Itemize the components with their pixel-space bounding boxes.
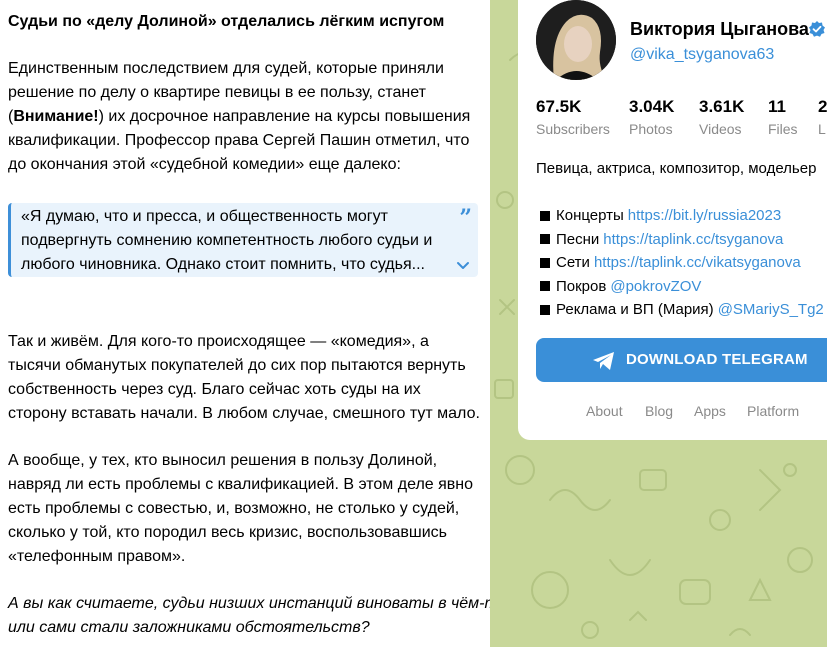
blockquote[interactable]: «Я думаю, что и пресса, и общественность… (8, 203, 478, 277)
bullet-square-icon (540, 210, 550, 221)
avatar[interactable] (536, 0, 616, 80)
paragraph-3: А вообще, у тех, кто выносил решения в п… (8, 452, 474, 565)
quote-mark-icon: ” (459, 205, 472, 231)
paragraph-2: Так и живём. Для кого-то происходящее — … (8, 333, 480, 422)
footer-link-about[interactable]: About (586, 402, 623, 420)
footer-link-platform[interactable]: Platform (747, 402, 799, 420)
chevron-down-icon[interactable] (456, 261, 470, 271)
link-row-ads: Реклама и ВП (Мария) @SMariyS_Tg2 (540, 298, 824, 322)
verified-icon (809, 21, 825, 37)
post-title: Судьи по «делу Долиной» отделались лёгки… (8, 13, 445, 30)
article-post: Судьи по «делу Долиной» отделались лёгки… (0, 0, 490, 647)
quote-text: «Я думаю, что и пресса, и общественность… (21, 208, 433, 273)
stat-photos[interactable]: 3.04K Photos (629, 96, 674, 139)
download-telegram-label: DOWNLOAD TELEGRAM (626, 351, 808, 368)
bullet-square-icon (540, 281, 550, 292)
paragraph-1: Единственным последствием для судей, кот… (8, 60, 471, 173)
link-networks[interactable]: https://taplink.cc/vikatsyganova (594, 251, 801, 275)
channel-description: Певица, актриса, композитор, модельер (536, 160, 817, 177)
channel-handle[interactable]: @vika_tsyganova63 (630, 45, 774, 65)
channel-card: Виктория Цыганова @vika_tsyganova63 67.5… (518, 0, 827, 440)
channel-links: Концерты https://bit.ly/russia2023 Песни… (540, 204, 824, 322)
link-row-pokrov: Покров @pokrovZOV (540, 275, 824, 299)
bullet-square-icon (540, 257, 550, 268)
link-row-networks: Сети https://taplink.cc/vikatsyganova (540, 251, 824, 275)
footer-link-apps[interactable]: Apps (694, 402, 726, 420)
stat-videos[interactable]: 3.61K Videos (699, 96, 744, 139)
link-concerts[interactable]: https://bit.ly/russia2023 (628, 204, 781, 228)
link-ads[interactable]: @SMariyS_Tg2 (718, 298, 824, 322)
telegram-plane-icon (593, 352, 614, 370)
link-songs[interactable]: https://taplink.cc/tsyganova (603, 228, 783, 252)
channel-name: Виктория Цыганова (630, 19, 809, 39)
stat-files[interactable]: 11 Files (768, 96, 798, 139)
paragraph-4-question: А вы как считаете, судьи низших инстанци… (8, 595, 490, 636)
avatar-portrait (536, 0, 616, 80)
attention-bold: Внимание! (13, 108, 99, 125)
link-pokrov[interactable]: @pokrovZOV (610, 275, 701, 299)
stat-links[interactable]: 2 L (818, 96, 827, 139)
link-row-concerts: Концерты https://bit.ly/russia2023 (540, 204, 824, 228)
bullet-square-icon (540, 234, 550, 245)
link-row-songs: Песни https://taplink.cc/tsyganova (540, 228, 824, 252)
stat-subscribers: 67.5K Subscribers (536, 97, 610, 137)
bullet-square-icon (540, 304, 550, 315)
download-telegram-button[interactable]: DOWNLOAD TELEGRAM (536, 338, 827, 382)
footer-link-blog[interactable]: Blog (645, 402, 673, 420)
